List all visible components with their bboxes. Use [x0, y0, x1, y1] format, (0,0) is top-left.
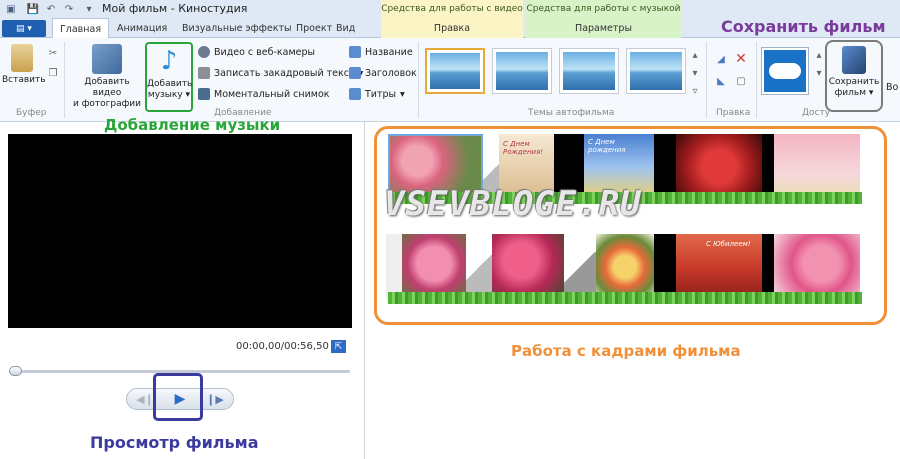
group-separator — [64, 42, 65, 118]
microphone-icon — [198, 67, 210, 79]
group-label-edit: Правка — [716, 108, 751, 118]
rotate-left-icon[interactable]: ◢ — [714, 52, 728, 66]
more-themes-icon[interactable]: ▿ — [688, 84, 702, 98]
caption-icon — [349, 67, 361, 79]
storyboard-gap — [762, 134, 774, 200]
tab-view[interactable]: Вид — [336, 18, 355, 38]
annotation-save-movie: Сохранить фильм — [721, 17, 886, 36]
storyboard-clip-5[interactable] — [774, 134, 860, 200]
annotation-preview: Просмотр фильма — [90, 433, 259, 452]
storyboard-clip-8[interactable] — [596, 234, 654, 300]
storyboard-gap — [762, 234, 774, 300]
credits-button[interactable]: Титры ▾ — [349, 88, 405, 100]
file-menu-button[interactable]: ▤ ▾ — [2, 20, 46, 37]
timecode: 00:00,00/00:56,50 — [236, 341, 329, 352]
clipboard-icon — [11, 44, 33, 72]
undo-icon[interactable]: ↶ — [44, 2, 58, 16]
title-icon — [349, 46, 361, 58]
scroll-up-icon[interactable]: ▴ — [812, 48, 826, 62]
context-header-music: Средства для работы с музыкой — [526, 0, 681, 18]
ribbon: Вставить ✂ ❐ Буфер Добавить видео и фото… — [0, 38, 900, 122]
tab-home[interactable]: Главная — [52, 18, 110, 39]
video-preview[interactable] — [8, 134, 352, 328]
select-all-icon[interactable]: ▢ — [734, 74, 748, 88]
tab-animation[interactable]: Анимация — [117, 18, 167, 38]
scroll-down-icon[interactable]: ▾ — [812, 66, 826, 80]
onedrive-share-button[interactable] — [761, 47, 809, 95]
app-menu-icon[interactable]: ▣ — [4, 2, 18, 16]
title-bar: ▣ 💾 ↶ ↷ ▾ Мой фильм - Киностудия Средств… — [0, 0, 900, 18]
storyboard-clip-7[interactable] — [492, 234, 564, 300]
snapshot-button[interactable]: Моментальный снимок — [198, 88, 330, 100]
storyboard-clip-10[interactable] — [774, 234, 860, 300]
context-header-video: Средства для работы с видео — [381, 0, 523, 18]
group-label-share: Досту — [802, 108, 831, 118]
cloud-icon — [769, 63, 801, 79]
scroll-down-icon[interactable]: ▾ — [688, 66, 702, 80]
add-music-button[interactable]: ♪ Добавить музыку ▾ — [145, 42, 193, 112]
pane-splitter[interactable] — [364, 122, 365, 459]
annotation-frames: Работа с кадрами фильма — [511, 342, 741, 360]
theme-thumbnail-1[interactable] — [425, 48, 485, 94]
next-frame-icon[interactable]: ❙▶ — [206, 391, 224, 407]
audio-track-bar[interactable] — [388, 292, 862, 304]
group-label-clipboard: Буфер — [16, 108, 47, 118]
storyboard-clip-9[interactable]: С Юбилеем! — [676, 234, 762, 300]
window-title: Мой фильм - Киностудия — [102, 2, 248, 15]
storyboard-clip-4[interactable] — [676, 134, 762, 200]
theme-thumbnail-3[interactable] — [559, 48, 619, 94]
storyboard-gap — [654, 234, 676, 300]
group-separator — [756, 42, 757, 118]
transition-marker[interactable] — [466, 234, 492, 300]
fullscreen-icon[interactable]: ⇱ — [331, 340, 346, 353]
webcam-video-button[interactable]: Видео с веб-камеры — [198, 46, 315, 58]
seek-thumb[interactable] — [9, 366, 22, 376]
theme-thumbnail-2[interactable] — [492, 48, 552, 94]
redo-icon[interactable]: ↷ — [62, 2, 76, 16]
watermark: VSEVBLOGE.RU — [384, 184, 642, 224]
group-separator — [418, 42, 419, 118]
record-narration-button[interactable]: Записать закадровый текст▾ — [198, 67, 363, 79]
save-movie-button[interactable]: Сохранить фильм ▾ — [825, 40, 883, 112]
tab-visual-effects[interactable]: Визуальные эффекты — [182, 18, 292, 38]
tab-params-music[interactable]: Параметры — [526, 18, 681, 38]
annotation-add-music: Добавление музыки — [104, 116, 281, 134]
tab-edit-video[interactable]: Правка — [381, 18, 523, 38]
film-photo-icon — [92, 44, 122, 74]
theme-thumbnail-4[interactable] — [626, 48, 686, 94]
add-video-photo-button[interactable]: Добавить видео и фотографии — [70, 44, 144, 110]
copy-icon[interactable]: ❐ — [46, 66, 60, 80]
title-button[interactable]: Название — [349, 46, 413, 58]
storyboard-clip-6[interactable] — [402, 234, 466, 300]
caption-button[interactable]: Заголовок — [349, 67, 417, 79]
scroll-up-icon[interactable]: ▴ — [688, 48, 702, 62]
webcam-icon — [198, 46, 210, 58]
transition-marker[interactable] — [564, 234, 596, 300]
group-separator — [706, 42, 707, 118]
storyboard-gap — [654, 134, 676, 200]
save-icon[interactable]: 💾 — [26, 2, 40, 16]
customize-toolbar-icon[interactable]: ▾ — [82, 2, 96, 16]
paste-button[interactable]: Вставить — [2, 44, 46, 86]
snapshot-icon — [198, 88, 210, 100]
rotate-right-icon[interactable]: ◣ — [714, 74, 728, 88]
chevron-down-icon: ▾ — [400, 88, 405, 100]
more-button[interactable]: Во — [886, 82, 898, 93]
tab-project[interactable]: Проект — [296, 18, 332, 38]
music-note-icon: ♪ — [160, 46, 178, 76]
transition-marker[interactable] — [386, 234, 402, 300]
delete-icon[interactable]: ✕ — [734, 51, 748, 67]
previous-frame-icon[interactable]: ◀❙ — [136, 391, 154, 407]
save-movie-icon — [842, 46, 866, 74]
play-button-highlight — [153, 373, 203, 421]
cut-icon[interactable]: ✂ — [46, 46, 60, 60]
group-label-themes: Темы автофильма — [528, 108, 615, 118]
credits-icon — [349, 88, 361, 100]
